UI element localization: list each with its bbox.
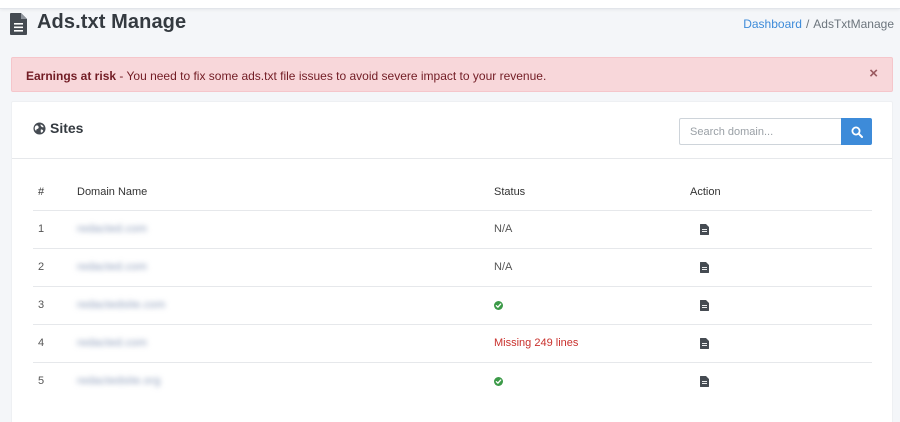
breadcrumb: Dashboard / AdsTxtManage [743,17,894,31]
document-icon[interactable] [700,337,709,349]
domain-cell: redacted.com [77,324,494,363]
status-text: N/A [494,223,513,235]
action-cell [690,324,872,363]
column-header-status: Status [494,182,690,211]
alert-message: - You need to fix some ads.txt file issu… [116,69,547,83]
domain-name[interactable]: redactedsite.org [77,375,161,387]
document-icon[interactable] [700,261,709,273]
status-cell [494,286,690,325]
domain-name[interactable]: redacted.com [77,261,147,273]
alert-text: Earnings at risk - You need to fix some … [26,69,546,83]
search-button[interactable] [841,118,872,145]
globe-icon [33,122,46,135]
page-title: Ads.txt Manage [37,11,187,33]
action-cell [690,286,872,325]
page-header: Ads.txt Manage Dashboard / AdsTxtManage [10,10,894,38]
row-number: 3 [33,286,77,325]
check-circle-icon [494,376,503,386]
row-number: 4 [33,324,77,363]
top-navbar [0,0,900,9]
document-icon[interactable] [700,223,709,235]
action-cell [690,210,872,249]
domain-cell: redactedsite.org [77,362,494,400]
table-row: 5 redactedsite.org [33,362,872,400]
alert-close-icon[interactable]: × [869,66,878,81]
status-text: N/A [494,261,513,273]
table-header-row: # Domain Name Status Action [33,182,872,211]
earnings-alert: Earnings at risk - You need to fix some … [11,57,893,92]
table-row: 4 redacted.com Missing 249 lines [33,324,872,363]
document-icon[interactable] [700,299,709,311]
row-number: 5 [38,375,45,388]
breadcrumb-dashboard-link[interactable]: Dashboard [743,17,802,31]
domain-name[interactable]: redacted.com [77,337,147,349]
sites-card: Sites # Domain Name Status Action 1 reda… [11,101,893,422]
sites-card-header: Sites [12,102,892,159]
status-missing-text: Missing 249 lines [494,337,579,349]
status-cell [494,362,690,400]
sites-title: Sites [50,120,84,136]
document-icon[interactable] [700,375,709,387]
domain-name[interactable]: redacted.com [77,223,147,235]
column-header-num: # [33,182,77,211]
domain-cell: redacted.com [77,210,494,249]
column-header-domain: Domain Name [77,182,494,211]
status-cell: N/A [494,248,690,287]
search-domain-input[interactable] [679,118,842,145]
status-cell: N/A [494,210,690,249]
status-cell: Missing 249 lines [494,324,690,363]
file-icon [10,13,27,35]
alert-strong: Earnings at risk [26,69,117,83]
row-number: 1 [33,210,77,249]
search-icon [851,126,863,138]
table-row: 1 redacted.com N/A [33,210,872,249]
table-row: 3 redactedsite.com [33,286,872,325]
column-header-action: Action [690,182,872,211]
domain-cell: redacted.com [77,248,494,287]
domain-name[interactable]: redactedsite.com [77,299,166,311]
check-circle-icon [494,300,503,310]
breadcrumb-separator: / [805,17,810,31]
table-row: 2 redacted.com N/A [33,248,872,287]
sites-table: # Domain Name Status Action 1 redacted.c… [33,182,872,400]
action-cell [690,248,872,287]
row-number: 2 [33,248,77,287]
domain-cell: redactedsite.com [77,286,494,325]
breadcrumb-current: AdsTxtManage [813,17,894,31]
action-cell [690,362,872,400]
